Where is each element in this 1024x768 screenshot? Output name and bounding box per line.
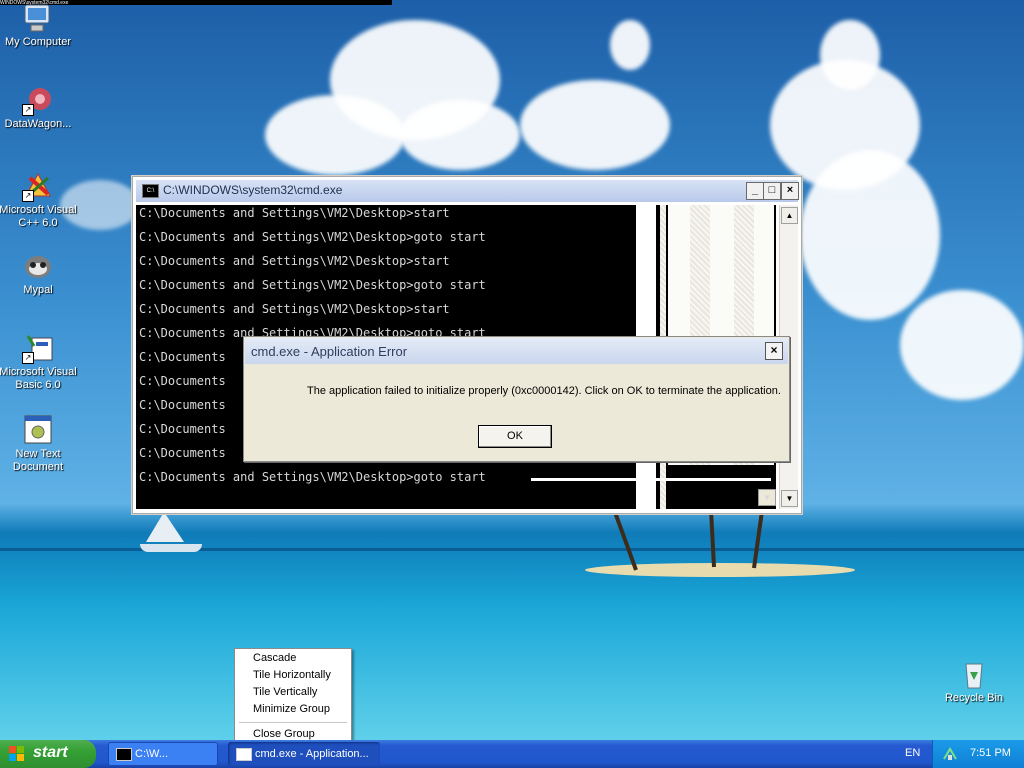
- close-button[interactable]: ×: [765, 342, 783, 360]
- console-line: C:\Documents: [139, 398, 226, 412]
- taskbar-button-label: cmd.exe - Application...: [255, 748, 369, 760]
- console-line: C:\Documents and Settings\VM2\Desktop>st…: [139, 206, 450, 220]
- console-line: C:\Documents and Settings\VM2\Desktop>go…: [139, 470, 486, 484]
- shortcut-arrow-icon: ↗: [22, 352, 34, 364]
- menu-item-tile-horizontally[interactable]: Tile Horizontally: [235, 667, 351, 684]
- desktop-icon-label: DataWagon...: [4, 118, 72, 130]
- language-indicator[interactable]: EN: [905, 747, 920, 759]
- cmd-window-titlebar[interactable]: C:\ C:\WINDOWS\system32\cmd.exe _ □ ×: [136, 180, 799, 202]
- desktop-icon-label: Mypal: [23, 284, 53, 296]
- scroll-up-button[interactable]: ▲: [781, 207, 798, 224]
- taskbar-button-application-error[interactable]: cmd.exe - Application...: [228, 742, 380, 766]
- desktop-icon-recycle-bin[interactable]: Recycle Bin: [934, 658, 1014, 705]
- cloud: [800, 150, 940, 320]
- console-line: C:\Documents: [139, 422, 226, 436]
- console-line: C:\Documents: [139, 350, 226, 364]
- menu-item-minimize-group[interactable]: Minimize Group: [235, 701, 351, 718]
- windows-logo-icon: [9, 746, 25, 762]
- desktop-icon-label: My Computer: [4, 36, 72, 48]
- close-button[interactable]: ×: [781, 182, 799, 200]
- palm-tree: [708, 504, 716, 568]
- render-artifact: [531, 478, 771, 481]
- console-line: C:\Documents: [139, 374, 226, 388]
- console-app-icon: [116, 748, 132, 761]
- console-line: C:\Documents and Settings\VM2\Desktop>go…: [139, 278, 486, 292]
- console-line: C:\Documents and Settings\VM2\Desktop>st…: [139, 302, 450, 316]
- palm-tree: [613, 512, 638, 571]
- shortcut-arrow-icon: ↗: [22, 190, 34, 202]
- taskbar-button-label: C:\W...: [135, 748, 168, 760]
- menu-item-cascade[interactable]: Cascade: [235, 650, 351, 667]
- cloud: [610, 20, 650, 70]
- taskbar-group-context-menu[interactable]: Cascade Tile Horizontally Tile Verticall…: [234, 648, 352, 744]
- shortcut-arrow-icon: ↗: [22, 104, 34, 116]
- visual-basic-icon: ↗: [22, 332, 54, 364]
- taskbar-button-cmd[interactable]: C:\W...: [108, 742, 218, 766]
- scroll-down-button[interactable]: ▼: [781, 490, 798, 507]
- menu-separator: [239, 722, 347, 723]
- palm-tree: [752, 508, 765, 569]
- clock[interactable]: 7:51 PM: [970, 747, 1011, 759]
- recycle-bin-icon: [958, 658, 990, 690]
- cloud: [265, 95, 405, 175]
- cloud: [900, 290, 1024, 400]
- desktop-icon-label: Microsoft Visual Basic 6.0: [0, 366, 77, 391]
- system-tray: 7:51 PM: [932, 740, 1024, 768]
- desktop-icon-visual-basic[interactable]: ↗ Microsoft Visual Basic 6.0: [0, 332, 78, 392]
- cloud: [820, 20, 880, 90]
- console-app-icon: C:\: [142, 184, 159, 198]
- maximize-button[interactable]: □: [763, 182, 781, 200]
- desktop-icon-label: New Text Document: [12, 448, 64, 473]
- sailboat-sail: [146, 512, 184, 542]
- console-line: C:\Documents and Settings\VM2\Desktop>st…: [139, 254, 450, 268]
- desktop-icon-new-text-document[interactable]: New Text Document: [0, 414, 78, 474]
- ok-button[interactable]: OK: [478, 425, 552, 448]
- desktop-icon-mypal[interactable]: Mypal: [0, 250, 78, 297]
- start-label: start: [33, 744, 68, 761]
- cloud: [400, 100, 520, 170]
- desktop-icon-my-computer[interactable]: My Computer: [0, 2, 78, 49]
- network-icon[interactable]: [942, 746, 958, 762]
- text-document-icon: [22, 414, 54, 446]
- datawagon-shortcut-icon: ↗: [22, 84, 54, 116]
- desktop-icon-label: Recycle Bin: [944, 692, 1004, 704]
- taskbar: start C:\W... cmd.exe - Application... E…: [0, 740, 1024, 768]
- window-icon: [236, 748, 252, 761]
- sailboat: [140, 544, 202, 552]
- menu-item-tile-vertically[interactable]: Tile Vertically: [235, 684, 351, 701]
- error-dialog-title: cmd.exe - Application Error: [251, 344, 408, 359]
- dropdown-arrow-icon: ▼: [758, 489, 776, 506]
- console-line: C:\Documents and Settings\VM2\Desktop>go…: [139, 230, 486, 244]
- island: [585, 563, 855, 577]
- visual-cpp-icon: ↗: [22, 170, 54, 202]
- error-dialog-titlebar[interactable]: cmd.exe - Application Error ×: [245, 338, 788, 364]
- start-button[interactable]: start: [0, 740, 96, 768]
- console-line: C:\Documents: [139, 446, 226, 460]
- mypal-browser-icon: [22, 250, 54, 282]
- desktop-icon-label: Microsoft Visual C++ 6.0: [0, 204, 77, 229]
- cloud: [520, 80, 670, 170]
- desktop-icon-datawagon[interactable]: ↗ DataWagon...: [0, 84, 78, 131]
- cmd-window-title: C:\WINDOWS\system32\cmd.exe: [163, 183, 343, 197]
- minimize-button[interactable]: _: [746, 182, 764, 200]
- application-error-dialog[interactable]: cmd.exe - Application Error × The applic…: [243, 336, 790, 462]
- desktop-icon-visual-cpp[interactable]: ↗ Microsoft Visual C++ 6.0: [0, 170, 78, 230]
- my-computer-icon: [22, 2, 54, 34]
- error-message: The application failed to initialize pro…: [307, 385, 781, 397]
